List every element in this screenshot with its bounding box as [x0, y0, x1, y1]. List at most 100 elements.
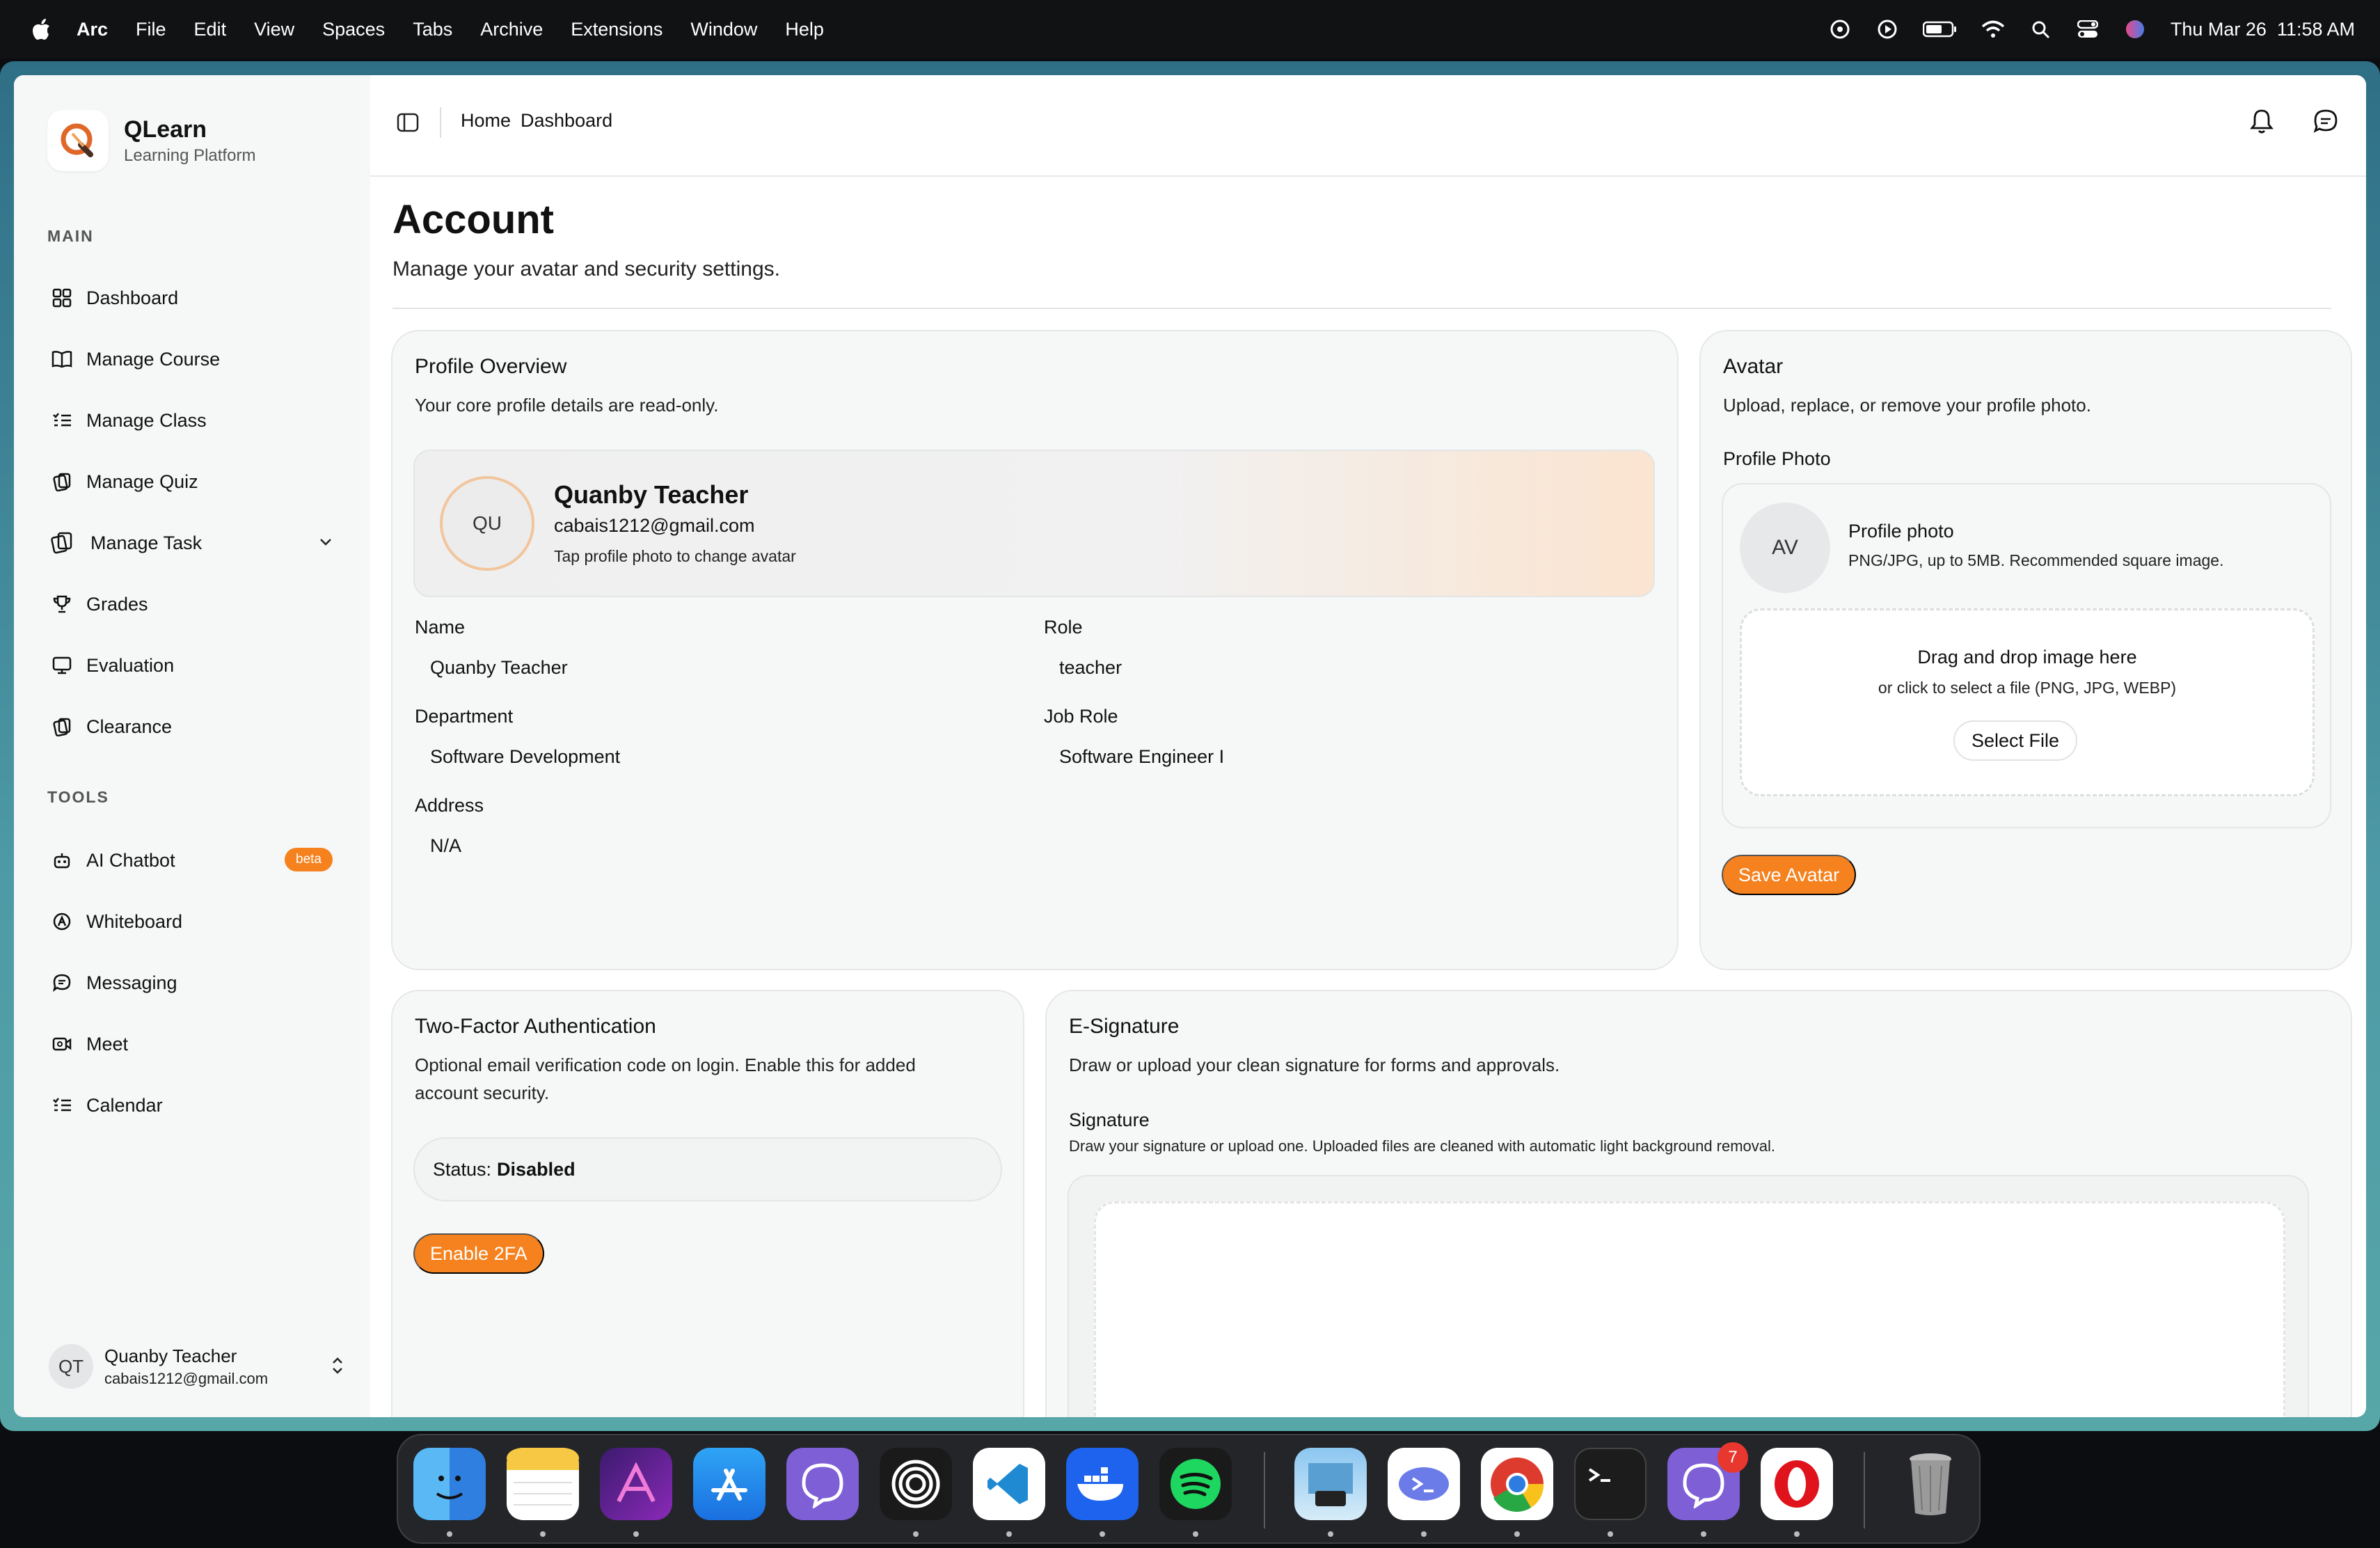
menubar-clock[interactable]: Thu Mar 26 11:58 AM	[2171, 19, 2355, 40]
enable-2fa-button[interactable]: Enable 2FA	[413, 1233, 544, 1274]
profile-photo-label: Profile Photo	[1723, 448, 1831, 469]
menu-view[interactable]: View	[254, 19, 294, 40]
brand[interactable]: QLearn Learning Platform	[47, 110, 255, 171]
page-subtitle: Manage your avatar and security settings…	[392, 258, 780, 281]
card-title: Avatar	[1723, 355, 1784, 378]
sidebar-item-dashboard[interactable]: Dashboard	[50, 276, 349, 320]
sidebar-item-label: Messaging	[86, 972, 177, 993]
finder-icon[interactable]	[413, 1448, 486, 1520]
profile-avatar[interactable]: QU	[440, 476, 534, 571]
title-divider	[392, 308, 2331, 309]
pen-circle-icon	[50, 910, 74, 933]
viber-status-icon[interactable]	[1828, 17, 1852, 41]
running-indicator	[1701, 1531, 1706, 1537]
brand-name: QLearn	[124, 116, 207, 143]
running-indicator	[447, 1531, 452, 1537]
browser-window: QLearn Learning Platform MAIN Dashboard …	[14, 75, 2366, 1417]
sidebar-item-manage-quiz[interactable]: Manage Quiz	[50, 459, 349, 504]
affinity-icon[interactable]	[600, 1448, 672, 1520]
card-subtitle: Draw or upload your clean signature for …	[1069, 1055, 1560, 1075]
powershell-icon[interactable]	[1388, 1448, 1460, 1520]
breadcrumb-dashboard[interactable]: Dashboard	[521, 110, 612, 132]
menu-tabs[interactable]: Tabs	[413, 19, 452, 40]
target-icon[interactable]	[880, 1448, 952, 1520]
card-title: E-Signature	[1069, 1015, 1180, 1038]
dropzone-title: Drag and drop image here	[1917, 647, 2137, 668]
preview-icon[interactable]	[1294, 1448, 1367, 1520]
sidebar-item-label: Manage Class	[86, 409, 207, 431]
play-status-icon[interactable]	[1875, 17, 1899, 41]
user-menu[interactable]: QT Quanby Teacher cabais1212@gmail.com	[49, 1335, 355, 1398]
running-indicator	[1006, 1531, 1012, 1537]
menu-spaces[interactable]: Spaces	[322, 19, 385, 40]
terminal-icon[interactable]	[1574, 1448, 1647, 1520]
spotify-icon[interactable]	[1159, 1448, 1232, 1520]
select-file-button[interactable]: Select File	[1953, 720, 2077, 761]
photo-hint: PNG/JPG, up to 5MB. Recommended square i…	[1848, 551, 2224, 569]
docker-icon[interactable]	[1066, 1448, 1139, 1520]
profile-hint: Tap profile photo to change avatar	[554, 547, 796, 565]
spotlight-search-icon[interactable]	[2029, 17, 2052, 41]
avatar: QT	[49, 1344, 93, 1389]
chrome-icon[interactable]	[1481, 1448, 1553, 1520]
sidebar-item-manage-task[interactable]: Manage Task	[50, 521, 349, 565]
name-value: Quanby Teacher	[430, 657, 568, 678]
chevron-down-icon[interactable]	[316, 532, 335, 556]
opera-icon[interactable]	[1761, 1448, 1833, 1520]
sidebar-item-label: Meet	[86, 1033, 129, 1055]
trash-icon[interactable]	[1894, 1448, 1967, 1520]
trophy-icon	[50, 592, 74, 616]
menu-window[interactable]: Window	[690, 19, 757, 40]
wifi-icon[interactable]	[1981, 17, 2005, 41]
menu-help[interactable]: Help	[785, 19, 824, 40]
apple-icon[interactable]	[22, 0, 61, 58]
sidebar-item-messaging[interactable]: Messaging	[50, 961, 349, 1005]
menu-app-name[interactable]: Arc	[77, 19, 108, 40]
vscode-icon[interactable]	[973, 1448, 1045, 1520]
sidebar-item-meet[interactable]: Meet	[50, 1022, 349, 1066]
name-label: Name	[415, 617, 466, 638]
status-label: Status:	[433, 1158, 492, 1180]
monitor-icon	[50, 654, 74, 677]
brand-subtitle: Learning Platform	[124, 145, 256, 165]
signature-pad[interactable]	[1094, 1201, 2285, 1417]
sidebar-toggle-icon[interactable]	[394, 109, 422, 136]
menu-archive[interactable]: Archive	[480, 19, 543, 40]
message-icon[interactable]	[2310, 106, 2341, 136]
running-indicator	[1421, 1531, 1427, 1537]
running-indicator	[1100, 1531, 1105, 1537]
card-subtitle: Upload, replace, or remove your profile …	[1723, 395, 2091, 416]
running-indicator	[633, 1531, 639, 1537]
sidebar-item-calendar[interactable]: Calendar	[50, 1083, 349, 1128]
image-dropzone[interactable]: Drag and drop image here or click to sel…	[1740, 608, 2315, 796]
siri-icon[interactable]	[2123, 17, 2147, 41]
breadcrumb-home[interactable]: Home	[461, 110, 511, 132]
save-avatar-button[interactable]: Save Avatar	[1722, 855, 1857, 895]
bell-icon[interactable]	[2246, 106, 2277, 136]
sidebar-item-clearance[interactable]: Clearance	[50, 704, 349, 749]
sidebar-item-label: Whiteboard	[86, 910, 183, 932]
app-store-icon[interactable]	[693, 1448, 765, 1520]
chevron-up-down-icon[interactable]	[327, 1353, 348, 1382]
beta-badge: beta	[285, 848, 333, 871]
notes-icon[interactable]	[507, 1448, 579, 1520]
battery-icon[interactable]	[1922, 17, 1958, 41]
sidebar-item-manage-course[interactable]: Manage Course	[50, 337, 349, 381]
control-center-icon[interactable]	[2076, 17, 2100, 41]
menu-edit[interactable]: Edit	[194, 19, 227, 40]
menu-extensions[interactable]: Extensions	[571, 19, 663, 40]
sidebar-item-ai-chatbot[interactable]: AI Chatbot beta	[50, 838, 349, 883]
sidebar-item-label: Manage Quiz	[86, 471, 198, 492]
viber-icon[interactable]	[786, 1448, 859, 1520]
sidebar-item-label: Calendar	[86, 1094, 163, 1116]
cards-icon	[50, 470, 74, 493]
e-signature-card: E-Signature Draw or upload your clean si…	[1045, 990, 2352, 1417]
sidebar-item-evaluation[interactable]: Evaluation	[50, 643, 349, 688]
running-indicator	[1514, 1531, 1520, 1537]
menu-file[interactable]: File	[136, 19, 166, 40]
sidebar-item-manage-class[interactable]: Manage Class	[50, 398, 349, 443]
photo-title: Profile photo	[1848, 521, 1954, 542]
sidebar-item-grades[interactable]: Grades	[50, 582, 349, 626]
sidebar-item-whiteboard[interactable]: Whiteboard	[50, 899, 349, 944]
role-value: teacher	[1059, 657, 1122, 678]
